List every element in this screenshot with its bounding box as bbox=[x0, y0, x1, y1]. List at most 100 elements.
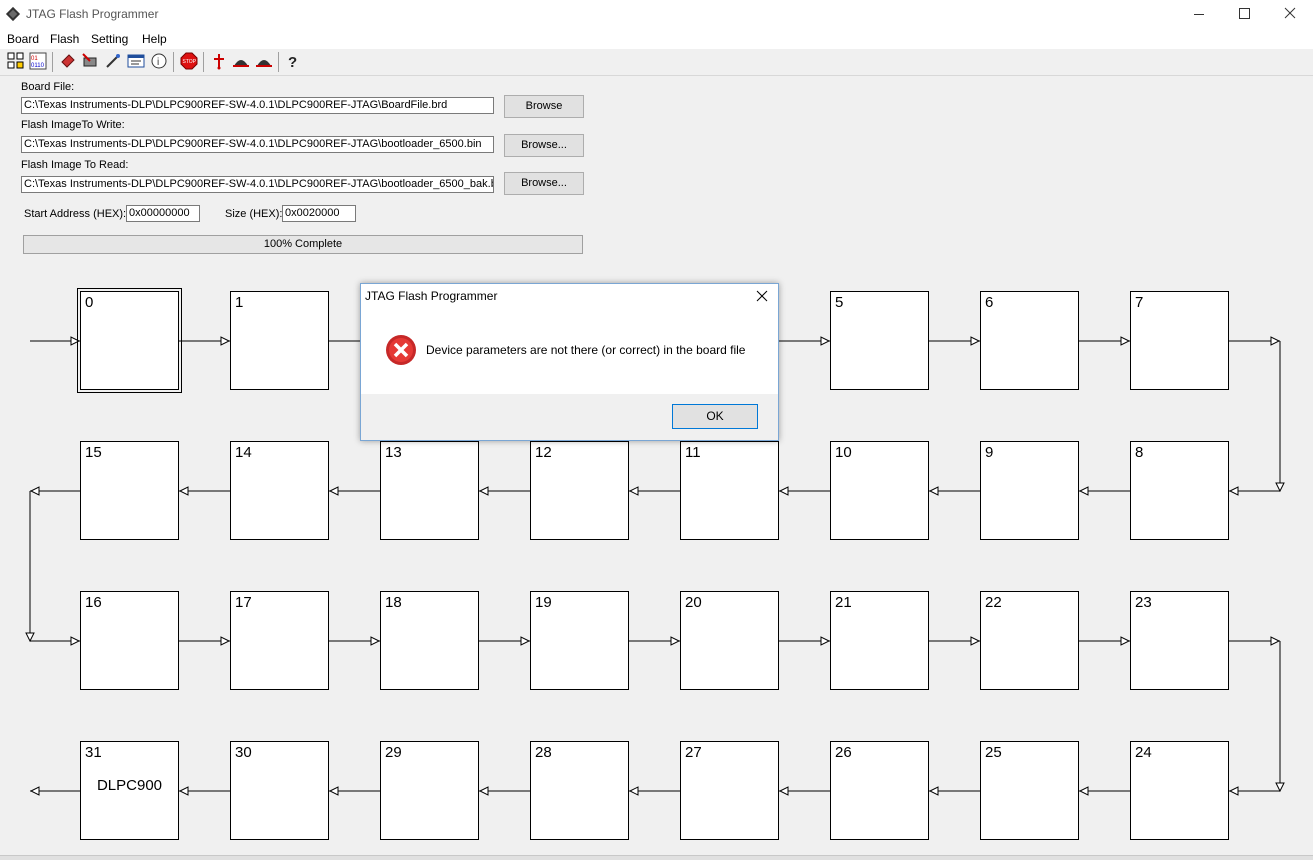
device-box-24[interactable]: 24 bbox=[1130, 741, 1229, 840]
device-number: 23 bbox=[1135, 594, 1152, 611]
device-number: 29 bbox=[385, 744, 402, 761]
chain-arrow bbox=[928, 486, 939, 496]
chain-arrow bbox=[370, 636, 381, 646]
chain-arrow bbox=[29, 486, 40, 496]
device-box-15[interactable]: 15 bbox=[80, 441, 179, 540]
device-number: 6 bbox=[985, 294, 994, 311]
chain-arrow bbox=[820, 336, 831, 346]
dialog-close-icon[interactable] bbox=[754, 288, 770, 304]
device-box-22[interactable]: 22 bbox=[980, 591, 1079, 690]
device-box-9[interactable]: 9 bbox=[980, 441, 1079, 540]
chain-arrow bbox=[670, 636, 681, 646]
dialog-title: JTAG Flash Programmer bbox=[365, 289, 498, 303]
chain-arrow bbox=[820, 636, 831, 646]
chain-arrow bbox=[928, 786, 939, 796]
device-box-13[interactable]: 13 bbox=[380, 441, 479, 540]
dialog-footer: OK bbox=[361, 394, 778, 440]
chain-arrow bbox=[1270, 636, 1281, 646]
device-box-8[interactable]: 8 bbox=[1130, 441, 1229, 540]
chain-arrow bbox=[1120, 336, 1131, 346]
chain-arrow bbox=[1270, 336, 1281, 346]
chain-arrow bbox=[328, 486, 339, 496]
chain-arrow bbox=[70, 636, 81, 646]
chain-arrow bbox=[1228, 486, 1239, 496]
chain-arrow bbox=[1078, 486, 1089, 496]
device-box-18[interactable]: 18 bbox=[380, 591, 479, 690]
device-box-0[interactable]: 0 bbox=[77, 288, 182, 393]
device-box-21[interactable]: 21 bbox=[830, 591, 929, 690]
chain-arrow bbox=[778, 786, 789, 796]
dialog-message: Device parameters are not there (or corr… bbox=[426, 343, 746, 357]
error-icon bbox=[386, 335, 416, 365]
device-box-27[interactable]: 27 bbox=[680, 741, 779, 840]
device-box-1[interactable]: 1 bbox=[230, 291, 329, 390]
device-box-17[interactable]: 17 bbox=[230, 591, 329, 690]
device-number: 22 bbox=[985, 594, 1002, 611]
device-box-28[interactable]: 28 bbox=[530, 741, 629, 840]
device-number: 20 bbox=[685, 594, 702, 611]
device-box-29[interactable]: 29 bbox=[380, 741, 479, 840]
device-box-12[interactable]: 12 bbox=[530, 441, 629, 540]
ok-button[interactable]: OK bbox=[672, 404, 758, 429]
chain-arrow bbox=[970, 336, 981, 346]
chain-arrow bbox=[1275, 782, 1285, 793]
chain-arrow bbox=[29, 786, 40, 796]
device-box-26[interactable]: 26 bbox=[830, 741, 929, 840]
device-number: 26 bbox=[835, 744, 852, 761]
chain-arrow bbox=[178, 486, 189, 496]
device-number: 8 bbox=[1135, 444, 1144, 461]
device-box-23[interactable]: 23 bbox=[1130, 591, 1229, 690]
chain-arrow bbox=[970, 636, 981, 646]
device-number: 24 bbox=[1135, 744, 1152, 761]
chain-arrow bbox=[778, 486, 789, 496]
device-number: 28 bbox=[535, 744, 552, 761]
chain-arrow bbox=[178, 786, 189, 796]
device-box-20[interactable]: 20 bbox=[680, 591, 779, 690]
device-box-5[interactable]: 5 bbox=[830, 291, 929, 390]
chain-arrow bbox=[628, 786, 639, 796]
device-number: 0 bbox=[85, 294, 94, 311]
chain-arrow bbox=[1228, 786, 1239, 796]
device-number: 7 bbox=[1135, 294, 1144, 311]
chain-arrow bbox=[478, 486, 489, 496]
device-number: 27 bbox=[685, 744, 702, 761]
device-box-6[interactable]: 6 bbox=[980, 291, 1079, 390]
device-number: 11 bbox=[685, 444, 701, 461]
device-number: 17 bbox=[235, 594, 252, 611]
chain-arrow bbox=[70, 336, 81, 346]
device-box-19[interactable]: 19 bbox=[530, 591, 629, 690]
device-number: 15 bbox=[85, 444, 102, 461]
device-number: 9 bbox=[985, 444, 994, 461]
status-bar bbox=[0, 855, 1313, 860]
device-box-14[interactable]: 14 bbox=[230, 441, 329, 540]
device-number: 14 bbox=[235, 444, 252, 461]
chain-arrow bbox=[1078, 786, 1089, 796]
device-number: 5 bbox=[835, 294, 844, 311]
device-box-30[interactable]: 30 bbox=[230, 741, 329, 840]
chain-arrow bbox=[220, 336, 231, 346]
device-number: 30 bbox=[235, 744, 252, 761]
device-number: 13 bbox=[385, 444, 402, 461]
chain-arrow bbox=[1120, 636, 1131, 646]
device-number: 21 bbox=[835, 594, 852, 611]
device-number: 18 bbox=[385, 594, 402, 611]
device-box-25[interactable]: 25 bbox=[980, 741, 1079, 840]
device-box-11[interactable]: 11 bbox=[680, 441, 779, 540]
device-box-7[interactable]: 7 bbox=[1130, 291, 1229, 390]
chain-arrow bbox=[628, 486, 639, 496]
chain-arrow bbox=[328, 786, 339, 796]
device-number: 12 bbox=[535, 444, 552, 461]
device-number: 19 bbox=[535, 594, 552, 611]
device-box-31[interactable]: 31 DLPC900 bbox=[80, 741, 179, 840]
device-number: 31 bbox=[85, 744, 102, 761]
device-number: 10 bbox=[835, 444, 852, 461]
chain-arrow bbox=[25, 632, 35, 643]
chain-arrow bbox=[520, 636, 531, 646]
device-number: 25 bbox=[985, 744, 1002, 761]
chain-arrow bbox=[220, 636, 231, 646]
device-box-10[interactable]: 10 bbox=[830, 441, 929, 540]
device-number: 16 bbox=[85, 594, 102, 611]
device-box-16[interactable]: 16 bbox=[80, 591, 179, 690]
chain-arrow bbox=[478, 786, 489, 796]
device-number: 1 bbox=[235, 294, 244, 311]
